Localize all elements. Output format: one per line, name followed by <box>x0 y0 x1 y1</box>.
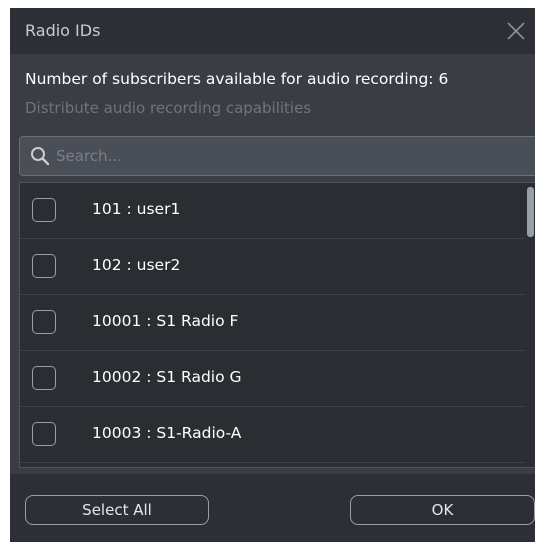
checkbox-unchecked-icon[interactable] <box>32 310 56 334</box>
list-item-label: 10002 : S1 Radio G <box>92 368 242 386</box>
list-item[interactable]: 10001 : S1 Radio F <box>20 295 525 351</box>
checkbox-unchecked-icon[interactable] <box>32 254 56 278</box>
checkbox-unchecked-icon[interactable] <box>32 198 56 222</box>
list-item[interactable]: 10002 : S1 Radio G <box>20 351 525 407</box>
list-item[interactable]: 102 : user2 <box>20 239 525 295</box>
list-item-label: 10001 : S1 Radio F <box>92 312 239 330</box>
list-scrollbar[interactable] <box>527 187 534 237</box>
close-icon[interactable] <box>503 18 529 44</box>
list-item-label: 102 : user2 <box>92 256 181 274</box>
ok-button[interactable]: OK <box>350 495 535 525</box>
list-item[interactable]: 10003 : S1-Radio-A <box>20 407 525 463</box>
search-box <box>19 136 535 176</box>
dialog-footer: Select All OK <box>10 474 535 542</box>
dialog-title: Radio IDs <box>25 21 101 40</box>
checkbox-unchecked-icon[interactable] <box>32 422 56 446</box>
title-bar: Radio IDs <box>10 8 535 54</box>
radio-ids-dialog: Radio IDs Number of subscribers availabl… <box>10 8 535 542</box>
select-all-button[interactable]: Select All <box>25 495 209 525</box>
checkbox-unchecked-icon[interactable] <box>32 366 56 390</box>
list-item-label: 101 : user1 <box>92 200 181 218</box>
subscriber-count-text: Number of subscribers available for audi… <box>25 70 449 88</box>
distribute-hint-text: Distribute audio recording capabilities <box>25 99 312 117</box>
list-item-label: 10003 : S1-Radio-A <box>92 424 242 442</box>
list-item[interactable]: 101 : user1 <box>20 183 525 239</box>
radio-id-list: 101 : user1 102 : user2 10001 : S1 Radio… <box>19 182 535 468</box>
search-input[interactable] <box>56 143 526 169</box>
search-icon <box>30 146 50 166</box>
